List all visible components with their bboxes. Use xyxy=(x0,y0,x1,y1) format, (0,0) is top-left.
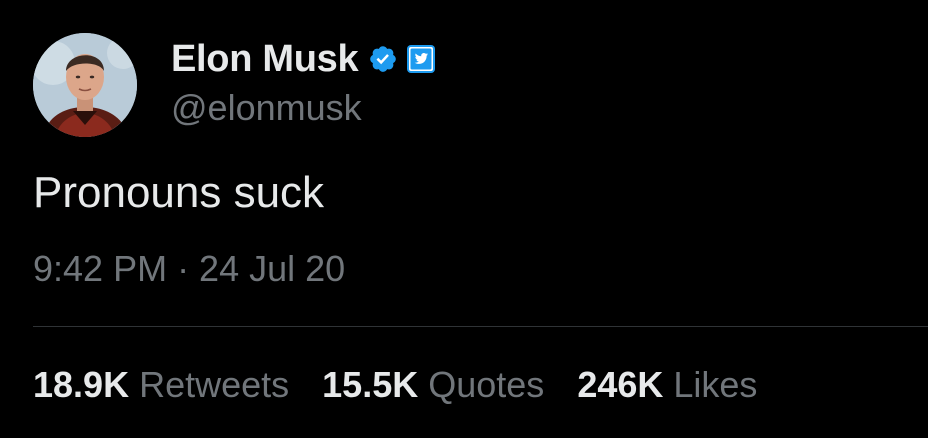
avatar[interactable] xyxy=(33,33,137,137)
tweet-text: Pronouns suck xyxy=(33,168,325,217)
quotes-label: Quotes xyxy=(428,364,545,405)
name-row: Elon Musk xyxy=(171,37,436,81)
twitter-bird-icon xyxy=(406,44,436,74)
display-name[interactable]: Elon Musk xyxy=(171,38,359,81)
quotes-stat[interactable]: 15.5K Quotes xyxy=(322,364,544,406)
likes-count: 246K xyxy=(577,364,664,405)
likes-stat[interactable]: 246K Likes xyxy=(577,364,757,406)
avatar-photo xyxy=(33,33,137,137)
verified-check-icon xyxy=(368,44,398,74)
tweet-header: Elon Musk @elonmusk xyxy=(33,33,436,141)
retweets-count: 18.9K xyxy=(33,364,130,405)
retweets-stat[interactable]: 18.9K Retweets xyxy=(33,364,289,406)
tweet-card: Elon Musk @elonmusk Pronouns suck 9:42 P… xyxy=(0,0,928,438)
user-handle[interactable]: @elonmusk xyxy=(171,87,436,129)
engagement-stats: 18.9K Retweets 15.5K Quotes 246K Likes xyxy=(33,364,757,406)
retweets-label: Retweets xyxy=(139,364,290,405)
divider xyxy=(33,326,928,327)
likes-label: Likes xyxy=(673,364,758,405)
tweet-timestamp[interactable]: 9:42 PM · 24 Jul 20 xyxy=(33,248,345,290)
author-info: Elon Musk @elonmusk xyxy=(171,37,436,129)
quotes-count: 15.5K xyxy=(322,364,419,405)
